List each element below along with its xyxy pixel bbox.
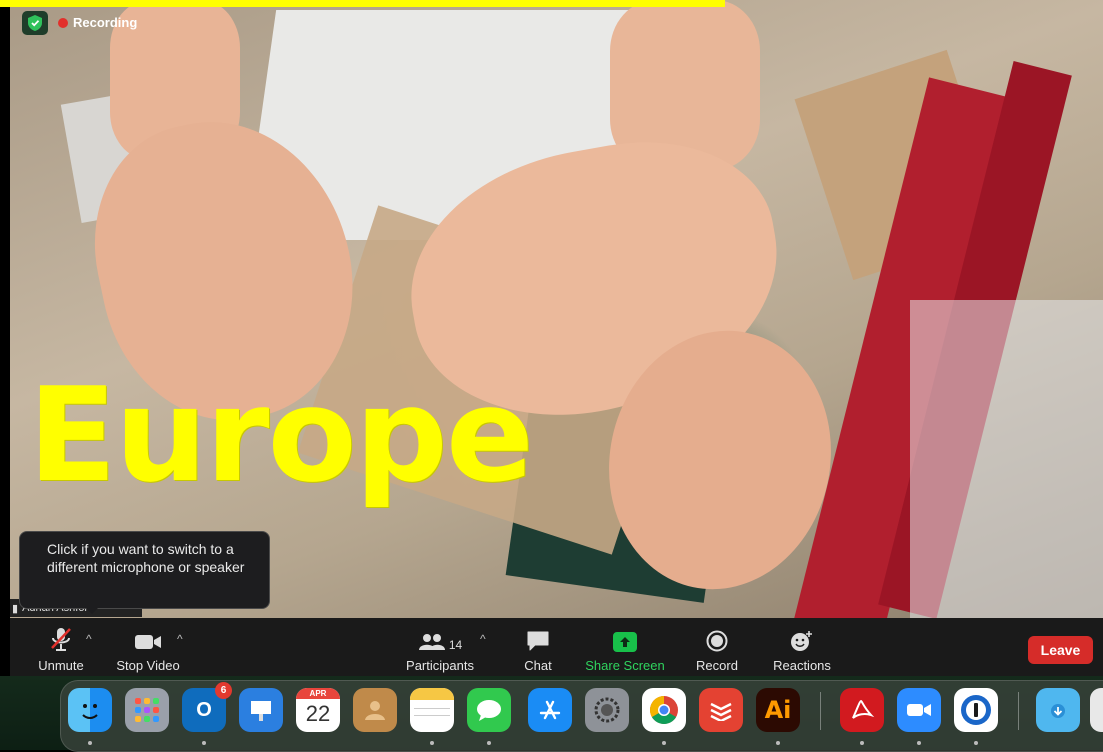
record-icon: [706, 622, 728, 652]
audio-options-chevron-icon[interactable]: ^: [86, 632, 92, 646]
acrobat-icon[interactable]: [840, 688, 884, 732]
video-element: [910, 300, 1103, 618]
contacts-icon[interactable]: [353, 688, 397, 732]
share-screen-label: Share Screen: [585, 658, 665, 673]
participants-icon: 14: [418, 622, 462, 652]
running-indicator: [202, 741, 206, 745]
tooltip-line-1: Click if you want to switch to a: [47, 541, 234, 557]
todoist-icon[interactable]: [699, 688, 743, 732]
chat-button[interactable]: Chat: [518, 618, 558, 676]
running-indicator: [662, 741, 666, 745]
downloads-folder-icon[interactable]: [1036, 688, 1080, 732]
record-button[interactable]: Record: [692, 618, 742, 676]
audio-level-icon: ▮: [12, 602, 19, 615]
dock-separator: [820, 692, 821, 730]
app-store-icon[interactable]: [528, 688, 572, 732]
unmute-button[interactable]: Unmute: [30, 618, 92, 676]
microphone-muted-icon: [49, 622, 73, 652]
video-camera-icon: [134, 622, 162, 652]
calendar-month: APR: [296, 688, 340, 699]
1password-icon[interactable]: [954, 688, 998, 732]
running-indicator: [430, 741, 434, 745]
stop-video-button[interactable]: Stop Video: [115, 618, 181, 676]
video-options-chevron-icon[interactable]: ^: [177, 632, 183, 646]
keynote-icon[interactable]: [239, 688, 283, 732]
share-screen-button[interactable]: Share Screen: [584, 618, 666, 676]
messages-icon[interactable]: [467, 688, 511, 732]
unmute-label: Unmute: [38, 658, 84, 673]
illustrator-icon[interactable]: Ai: [756, 688, 800, 732]
calendar-day: 22: [305, 701, 331, 726]
zoom-meeting-window: Europe Recording ▮ Adrian Ashford Click …: [0, 0, 1103, 752]
chrome-icon[interactable]: [642, 688, 686, 732]
stop-video-label: Stop Video: [116, 658, 180, 673]
tooltip-line-2: different microphone or speaker: [47, 559, 245, 575]
recording-dot-icon: [58, 17, 68, 28]
participants-button[interactable]: 14 Participants: [402, 618, 478, 676]
dock-separator: [1018, 692, 1019, 730]
outlook-icon[interactable]: O 6: [182, 682, 232, 732]
notes-icon[interactable]: [410, 688, 454, 732]
participants-options-chevron-icon[interactable]: ^: [480, 632, 486, 646]
share-screen-icon: [613, 622, 637, 652]
participants-label: Participants: [406, 658, 474, 673]
finder-icon[interactable]: [68, 688, 112, 732]
system-preferences-icon[interactable]: [585, 688, 629, 732]
security-shield-icon[interactable]: [22, 11, 48, 35]
chat-bubble-icon: [526, 622, 550, 652]
recording-label: Recording: [73, 15, 138, 30]
running-indicator: [776, 741, 780, 745]
running-indicator: [917, 741, 921, 745]
reactions-label: Reactions: [773, 658, 831, 673]
participants-count: 14: [448, 638, 463, 652]
calendar-icon[interactable]: APR 22: [296, 688, 340, 732]
running-indicator: [974, 741, 978, 745]
outlook-badge: 6: [215, 682, 232, 699]
running-indicator: [487, 741, 491, 745]
reactions-button[interactable]: Reactions: [770, 618, 834, 676]
tooltip-arrow: [84, 606, 100, 614]
chat-label: Chat: [524, 658, 552, 673]
zoom-icon[interactable]: [897, 688, 941, 732]
overlay-title: Europe: [28, 359, 534, 511]
audio-tooltip: Click if you want to switch to a differe…: [19, 531, 270, 609]
record-label: Record: [696, 658, 738, 673]
overlay-bar: [0, 0, 725, 7]
running-indicator: [860, 741, 864, 745]
meeting-toolbar: Unmute ^ Stop Video ^ 14 Participants ^ …: [10, 618, 1103, 676]
launchpad-icon[interactable]: [125, 688, 169, 732]
smiley-plus-icon: [790, 622, 814, 652]
video-feed: [10, 0, 1103, 618]
running-indicator: [88, 741, 92, 745]
leave-button[interactable]: Leave: [1028, 636, 1093, 664]
recording-indicator[interactable]: Recording: [58, 15, 137, 30]
trash-icon[interactable]: [1090, 688, 1103, 732]
